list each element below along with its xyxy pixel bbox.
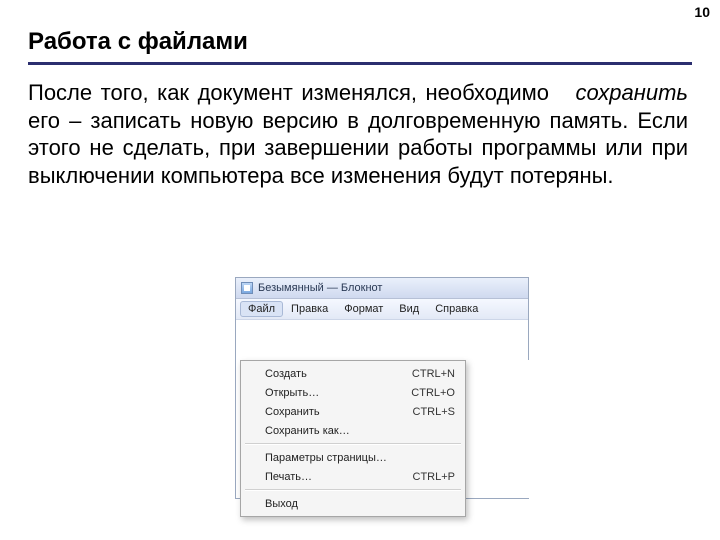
editor-area[interactable] <box>462 360 529 498</box>
menu-item-new[interactable]: Создать CTRL+N <box>243 364 463 383</box>
menu-file[interactable]: Файл <box>240 301 283 317</box>
window-title: Безымянный — Блокнот <box>258 282 382 294</box>
menubar: Файл Правка Формат Вид Справка <box>236 299 528 320</box>
menu-item-shortcut: CTRL+S <box>413 406 456 418</box>
file-dropdown: Создать CTRL+N Открыть… CTRL+O Сохранить… <box>240 360 466 517</box>
menu-item-save[interactable]: Сохранить CTRL+S <box>243 402 463 421</box>
body-paragraph: После того, как документ изменялся, необ… <box>28 79 692 189</box>
menu-format[interactable]: Формат <box>336 301 391 317</box>
notepad-window: Безымянный — Блокнот Файл Правка Формат … <box>236 278 528 498</box>
menu-item-label: Сохранить как… <box>265 425 350 437</box>
titlebar[interactable]: Безымянный — Блокнот <box>236 278 528 299</box>
menu-item-exit[interactable]: Выход <box>243 494 463 513</box>
menu-item-page-setup[interactable]: Параметры страницы… <box>243 448 463 467</box>
menu-item-shortcut: CTRL+N <box>412 368 455 380</box>
menu-item-label: Печать… <box>265 471 312 483</box>
menu-separator <box>245 489 461 491</box>
menu-item-label: Параметры страницы… <box>265 452 387 464</box>
page-title: Работа с файлами <box>28 18 692 65</box>
menu-item-shortcut: CTRL+O <box>411 387 455 399</box>
body-text-em: сохранить <box>576 80 688 105</box>
menu-item-print[interactable]: Печать… CTRL+P <box>243 467 463 486</box>
menu-help[interactable]: Справка <box>427 301 486 317</box>
menu-item-label: Выход <box>265 498 298 510</box>
menu-edit[interactable]: Правка <box>283 301 336 317</box>
menu-item-label: Открыть… <box>265 387 319 399</box>
menu-view[interactable]: Вид <box>391 301 427 317</box>
body-text-post: его – записать новую версию в долговреме… <box>28 108 688 188</box>
menu-item-open[interactable]: Открыть… CTRL+O <box>243 383 463 402</box>
notepad-icon <box>241 282 253 294</box>
menu-item-shortcut: CTRL+P <box>413 471 456 483</box>
menu-separator <box>245 443 461 445</box>
menu-item-save-as[interactable]: Сохранить как… <box>243 421 463 440</box>
menu-item-label: Сохранить <box>265 406 320 418</box>
body-text-pre: После того, как документ изменялся, необ… <box>28 80 558 105</box>
menu-item-label: Создать <box>265 368 307 380</box>
page-number: 10 <box>694 4 710 20</box>
